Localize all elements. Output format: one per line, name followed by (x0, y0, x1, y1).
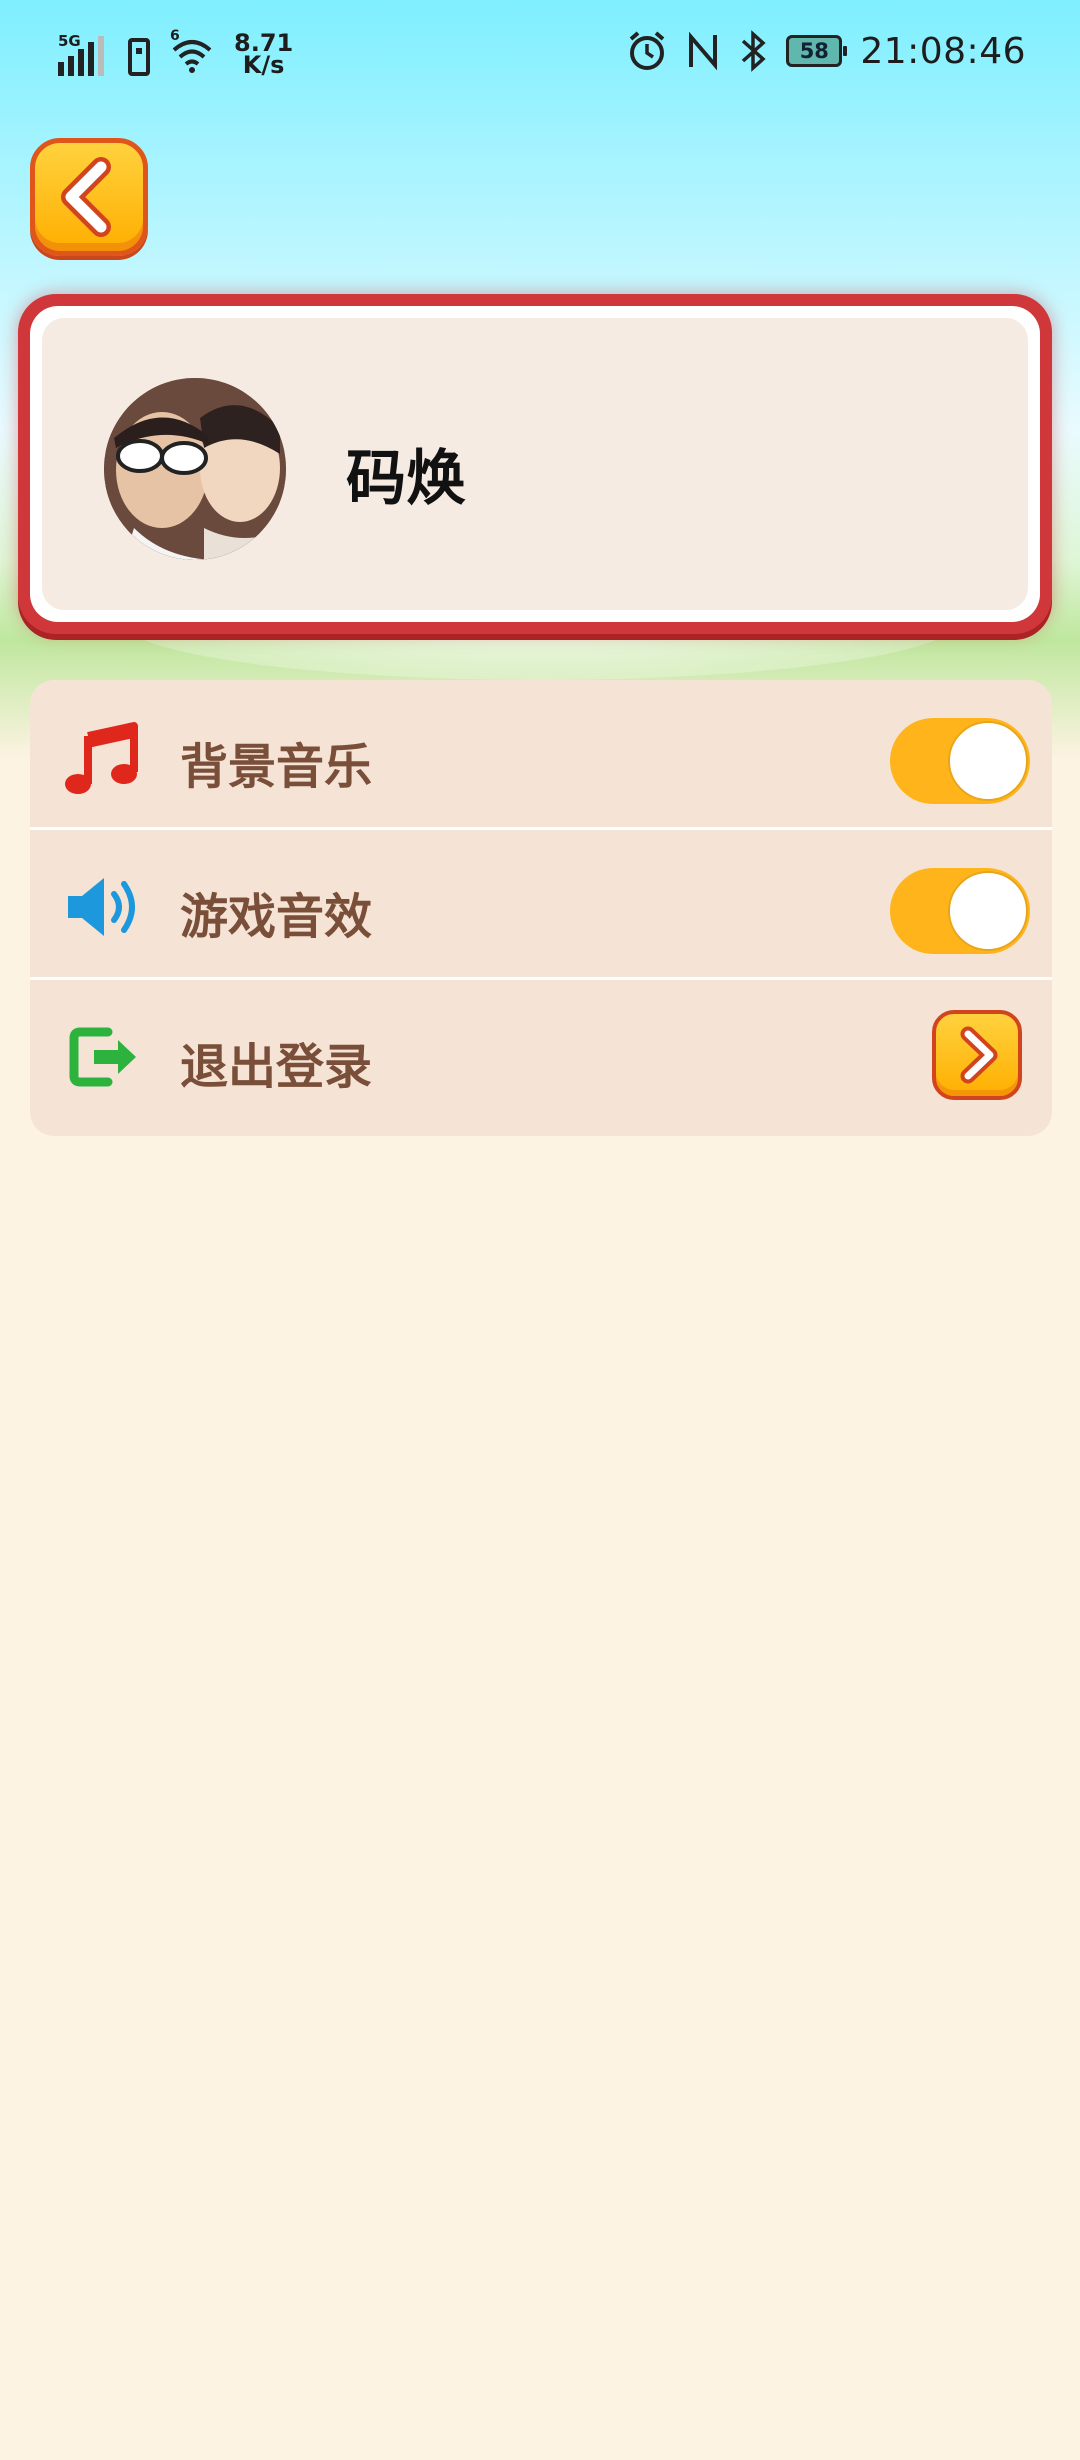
logout-button[interactable] (932, 1010, 1022, 1100)
toggle-knob (948, 721, 1028, 801)
signal-icon: 5G (56, 28, 108, 76)
speaker-icon (68, 878, 135, 936)
settings-row-logout[interactable]: 退出登录 (30, 980, 1052, 1136)
avatar[interactable] (104, 378, 286, 560)
settings-row-game-sound: 游戏音效 (30, 830, 1052, 980)
battery-icon: 58 (786, 35, 848, 67)
chevron-right-icon (960, 1026, 998, 1084)
settings-row-background-music: 背景音乐 (30, 680, 1052, 830)
logout-icon (69, 1027, 136, 1087)
sim-icon (128, 38, 150, 76)
profile-card-body: 码焕 (42, 318, 1028, 610)
background-music-label: 背景音乐 (180, 739, 373, 795)
status-time: 21:08:46 (860, 30, 1026, 72)
logout-label: 退出登录 (180, 1039, 373, 1095)
background-music-toggle[interactable] (890, 718, 1030, 804)
bluetooth-icon (742, 30, 766, 72)
battery-level: 58 (799, 39, 829, 63)
wifi-icon: 6 (170, 28, 214, 76)
alarm-icon (630, 31, 665, 70)
network-speed: 8.71 K/s (234, 31, 293, 79)
status-bar: 5G 6 8.71 K/s 58 21:08:46 (0, 0, 1080, 110)
game-sound-label: 游戏音效 (180, 889, 373, 945)
profile-card-border: 码焕 (30, 306, 1040, 622)
profile-card: 码焕 (18, 294, 1052, 634)
back-button[interactable] (30, 138, 148, 256)
speed-unit: K/s (242, 51, 285, 79)
chevron-left-icon (61, 157, 111, 237)
network-type-label: 5G (58, 32, 81, 50)
nfc-icon (689, 31, 718, 71)
game-sound-toggle[interactable] (890, 868, 1030, 954)
settings-list: 背景音乐 游戏音效 退出登录 (30, 680, 1052, 1136)
music-note-icon (65, 722, 138, 794)
username: 码焕 (346, 444, 466, 514)
toggle-knob (948, 871, 1028, 951)
